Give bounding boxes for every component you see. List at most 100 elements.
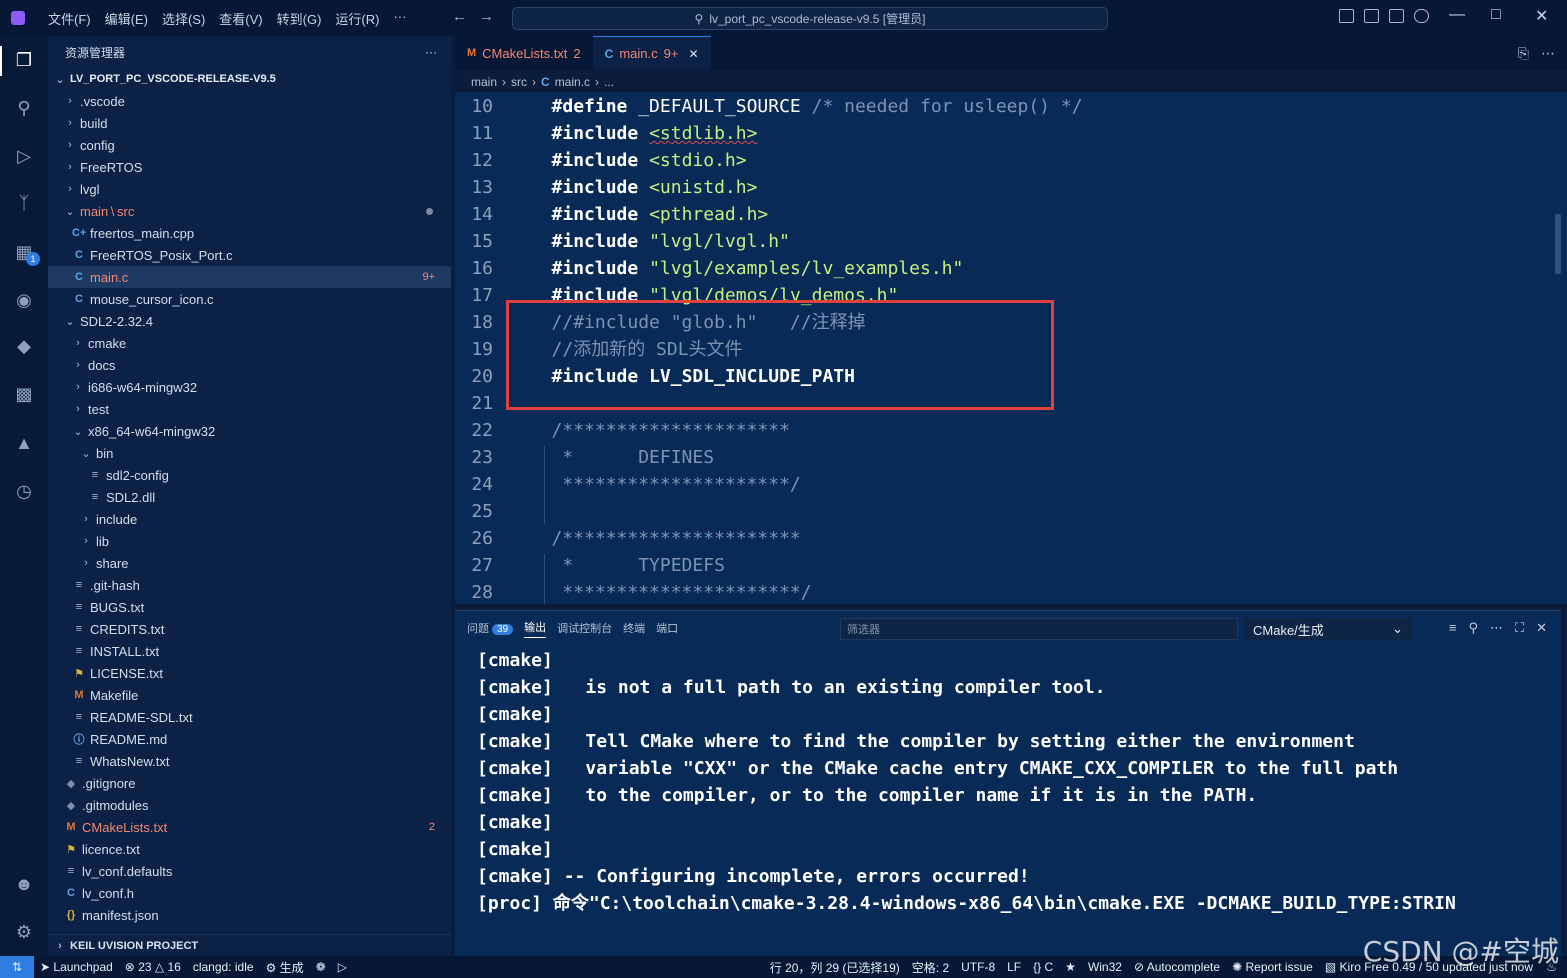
- output-channel-select[interactable]: CMake/生成 ⌄: [1245, 618, 1411, 640]
- tree-item[interactable]: › .vscode: [48, 90, 451, 112]
- tree-item[interactable]: › lib: [48, 530, 451, 552]
- tree-item[interactable]: › docs: [48, 354, 451, 376]
- build-status[interactable]: ⚙ 生成: [260, 959, 310, 976]
- tree-item[interactable]: ≡ BUGS.txt: [48, 596, 451, 618]
- code-line[interactable]: 28 **********************/: [455, 579, 1555, 604]
- tree-item[interactable]: ⌄ SDL2-2.32.4: [48, 310, 451, 332]
- account-icon[interactable]: ☻: [12, 872, 36, 896]
- editor-more-icon[interactable]: ⋯: [1541, 45, 1555, 62]
- menu-view[interactable]: 查看(V): [212, 9, 269, 28]
- panel-more-icon[interactable]: ⋯: [1490, 620, 1503, 636]
- tree-item[interactable]: › lvgl: [48, 178, 451, 200]
- run-build-icon[interactable]: ⎘: [1518, 45, 1529, 62]
- run-debug-icon[interactable]: ▷: [12, 144, 36, 168]
- close-panel-icon[interactable]: ✕: [1536, 620, 1547, 636]
- tree-item[interactable]: ≡ sdl2-config: [48, 464, 451, 486]
- tree-item[interactable]: ◆ .gitmodules: [48, 794, 451, 816]
- output-filter-input[interactable]: 筛选器: [840, 618, 1238, 640]
- back-arrow-icon[interactable]: ←: [452, 8, 467, 25]
- code-line[interactable]: 27 * TYPEDEFS: [455, 552, 1555, 579]
- kiro-icon[interactable]: ◆: [12, 334, 36, 358]
- editor-scrollbar[interactable]: [1555, 214, 1561, 274]
- problems-status[interactable]: ⊗ 23 △ 16: [119, 960, 187, 974]
- tree-item[interactable]: › test: [48, 398, 451, 420]
- remote-icon[interactable]: ⇅: [0, 956, 34, 978]
- menu-selection[interactable]: 选择(S): [155, 9, 212, 28]
- copilot-icon[interactable]: ◉: [12, 288, 36, 312]
- platform[interactable]: Win32: [1082, 960, 1128, 974]
- tree-item[interactable]: ⓘ README.md: [48, 728, 451, 750]
- code-line[interactable]: 24 *********************/: [455, 471, 1555, 498]
- explorer-more-button[interactable]: ···: [425, 45, 437, 59]
- project-section[interactable]: ⌄ LV_PORT_PC_VSCODE-RELEASE-V9.5: [48, 68, 451, 90]
- tree-item[interactable]: Clv_conf.h: [48, 882, 451, 904]
- tree-item[interactable]: ⌄ main \ src: [48, 200, 451, 222]
- cursor-position[interactable]: 行 20，列 29 (已选择19): [764, 959, 906, 976]
- tree-item[interactable]: ⚑ LICENSE.txt: [48, 662, 451, 684]
- menu-more[interactable]: ···: [386, 9, 413, 28]
- tree-item[interactable]: ≡ lv_conf.defaults: [48, 860, 451, 882]
- tree-item[interactable]: › config: [48, 134, 451, 156]
- tree-item[interactable]: ≡ SDL2.dll: [48, 486, 451, 508]
- chip-icon[interactable]: ▩: [12, 382, 36, 406]
- tree-item[interactable]: ⚑ licence.txt: [48, 838, 451, 860]
- tree-item[interactable]: › share: [48, 552, 451, 574]
- tree-item[interactable]: C FreeRTOS_Posix_Port.c: [48, 244, 451, 266]
- tree-item[interactable]: › include: [48, 508, 451, 530]
- maximize-panel-icon[interactable]: ⛶: [1515, 620, 1524, 636]
- menu-run[interactable]: 运行(R): [328, 9, 386, 28]
- layout-icon[interactable]: [1339, 9, 1354, 23]
- maximize-icon[interactable]: □: [1491, 6, 1501, 24]
- code-line[interactable]: 11 #include <stdlib.h>: [455, 120, 1555, 147]
- minimize-icon[interactable]: —: [1449, 6, 1465, 24]
- keil-section[interactable]: › KEIL UVISION PROJECT: [48, 934, 451, 956]
- autocomplete-status[interactable]: ⊘ Autocomplete: [1128, 960, 1226, 974]
- code-line[interactable]: 13 #include <unistd.h>: [455, 174, 1555, 201]
- tab-problems[interactable]: 问题 39: [467, 620, 514, 636]
- tree-item[interactable]: ◆ .gitignore: [48, 772, 451, 794]
- tree-item[interactable]: ≡ README-SDL.txt: [48, 706, 451, 728]
- tab-ports[interactable]: 端口: [656, 620, 678, 636]
- tree-item[interactable]: M Makefile: [48, 684, 451, 706]
- close-tab-icon[interactable]: ✕: [688, 47, 698, 61]
- tree-item[interactable]: ≡ .git-hash: [48, 574, 451, 596]
- tab-terminal[interactable]: 终端: [623, 620, 645, 636]
- breadcrumb-symbol[interactable]: ...: [604, 75, 614, 89]
- code-line[interactable]: 12 #include <stdio.h>: [455, 147, 1555, 174]
- tab-main-c[interactable]: C main.c 9+ ✕: [592, 36, 711, 70]
- tree-item[interactable]: ≡ INSTALL.txt: [48, 640, 451, 662]
- breadcrumb-main[interactable]: main: [471, 75, 497, 89]
- breadcrumb-file[interactable]: main.c: [555, 75, 590, 89]
- menu-edit[interactable]: 编辑(E): [98, 9, 155, 28]
- debug-icon[interactable]: ❁: [310, 960, 332, 974]
- timeline-icon[interactable]: ◷: [12, 479, 36, 503]
- platform-icon[interactable]: ★: [1059, 960, 1082, 974]
- code-line[interactable]: 23 * DEFINES: [455, 444, 1555, 471]
- code-line[interactable]: 22 /*********************: [455, 417, 1555, 444]
- indentation[interactable]: 空格: 2: [906, 959, 955, 976]
- tab-debug-console[interactable]: 调试控制台: [557, 620, 612, 636]
- code-line[interactable]: 10 #define _DEFAULT_SOURCE /* needed for…: [455, 93, 1555, 120]
- tree-item[interactable]: ⌄ bin: [48, 442, 451, 464]
- tree-item[interactable]: ≡ WhatsNew.txt: [48, 750, 451, 772]
- chat-icon[interactable]: [1414, 9, 1429, 23]
- toggle-panel-icon[interactable]: [1389, 9, 1404, 23]
- menu-file[interactable]: 文件(F): [41, 9, 98, 28]
- tree-item[interactable]: Cmouse_cursor_icon.c: [48, 288, 451, 310]
- line-ending[interactable]: LF: [1001, 960, 1027, 974]
- code-line[interactable]: 16 #include "lvgl/examples/lv_examples.h…: [455, 255, 1555, 282]
- tree-item[interactable]: {} manifest.json: [48, 904, 451, 926]
- code-line[interactable]: 14 #include <pthread.h>: [455, 201, 1555, 228]
- tree-item[interactable]: ≡ CREDITS.txt: [48, 618, 451, 640]
- source-control-icon[interactable]: ᛉ: [12, 191, 36, 215]
- encoding[interactable]: UTF-8: [955, 960, 1001, 974]
- run-icon[interactable]: ▷: [332, 960, 353, 974]
- tree-item[interactable]: › i686-w64-mingw32: [48, 376, 451, 398]
- breadcrumb-src[interactable]: src: [511, 75, 527, 89]
- settings-gear-icon[interactable]: ⚙: [12, 920, 36, 944]
- search-view-icon[interactable]: ⚲: [12, 96, 36, 120]
- lock-scroll-icon[interactable]: ⚲: [1468, 620, 1478, 636]
- tab-output[interactable]: 输出: [524, 619, 547, 638]
- report-issue[interactable]: ✺ Report issue: [1226, 960, 1319, 974]
- tree-item[interactable]: › build: [48, 112, 451, 134]
